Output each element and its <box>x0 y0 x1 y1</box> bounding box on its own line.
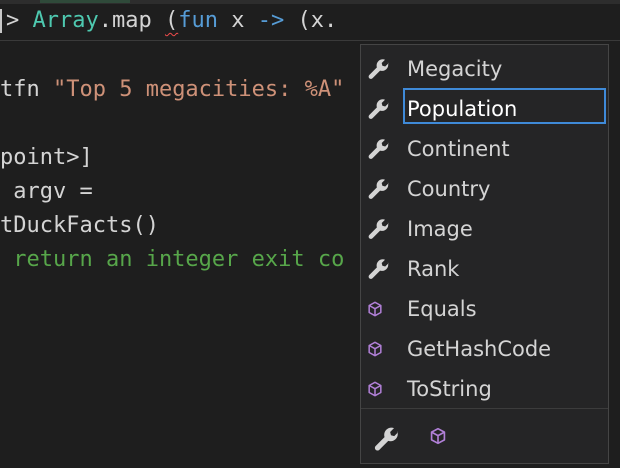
completion-item-rank[interactable]: Rank <box>361 249 608 289</box>
completion-item-label: Rank <box>407 257 460 281</box>
keyword-token: fun <box>178 8 218 33</box>
open-paren: ( <box>284 8 311 33</box>
wrench-icon <box>367 137 391 161</box>
string-literal: "Top 5 megacities: %A" <box>52 77 345 102</box>
cursor <box>0 9 2 33</box>
cube-icon <box>365 379 389 403</box>
completion-item-equals[interactable]: Equals <box>361 289 608 329</box>
cube-icon <box>365 339 389 363</box>
comment-text: return an integer exit co <box>0 247 345 272</box>
wrench-icon <box>367 97 391 121</box>
completion-item-label: Image <box>407 217 473 241</box>
code-line-4[interactable]: argv = <box>0 175 93 209</box>
scroll-marker <box>40 0 130 3</box>
cube-icon <box>365 299 389 323</box>
wrench-icon <box>367 57 391 81</box>
completion-item-label: Continent <box>407 137 510 161</box>
popup-divider <box>361 408 608 409</box>
completion-item-label: GetHashCode <box>407 337 552 361</box>
code-text: tDuckFacts() <box>0 213 159 238</box>
code-text: point>] <box>0 145 93 170</box>
completion-item-label: Equals <box>407 297 477 321</box>
code-line-2[interactable]: tfn "Top 5 megacities: %A" <box>0 73 344 107</box>
selection-highlight <box>403 88 606 124</box>
completion-item-label: Megacity <box>407 57 503 81</box>
dot-token: . <box>323 8 338 33</box>
completion-item-country[interactable]: Country <box>361 169 608 209</box>
code-line-5[interactable]: tDuckFacts() <box>0 209 159 243</box>
cube-icon[interactable] <box>427 425 457 455</box>
param-token: x <box>217 8 258 33</box>
code-line-1[interactable]: > Array.map (fun x -> (x. <box>0 4 337 38</box>
completion-item-image[interactable]: Image <box>361 209 608 249</box>
completion-item-continent[interactable]: Continent <box>361 129 608 169</box>
completion-item-label: Country <box>407 177 491 201</box>
code-line-6[interactable]: return an integer exit co <box>0 243 344 277</box>
wrench-icon[interactable] <box>373 425 403 455</box>
wrench-icon <box>367 177 391 201</box>
completion-item-tostring[interactable]: ToString <box>361 369 608 409</box>
open-paren-error: ( <box>164 8 179 33</box>
prompt: > <box>6 8 33 33</box>
arrow-token: -> <box>257 8 285 33</box>
completion-item-label: ToString <box>407 377 492 401</box>
code-line-3[interactable]: point>] <box>0 141 93 175</box>
completion-item-megacity[interactable]: Megacity <box>361 49 608 89</box>
wrench-icon <box>367 217 391 241</box>
line-highlight-border <box>0 40 620 41</box>
code-text: tfn <box>0 77 53 102</box>
type-token: Array <box>32 8 99 33</box>
completion-popup[interactable]: Megacity Population Continent Country Image R… <box>360 44 609 464</box>
method-token: .map <box>98 8 165 33</box>
wrench-icon <box>367 257 391 281</box>
code-text: argv = <box>0 179 93 204</box>
completion-item-gethashcode[interactable]: GetHashCode <box>361 329 608 369</box>
identifier-token: x <box>310 8 324 33</box>
